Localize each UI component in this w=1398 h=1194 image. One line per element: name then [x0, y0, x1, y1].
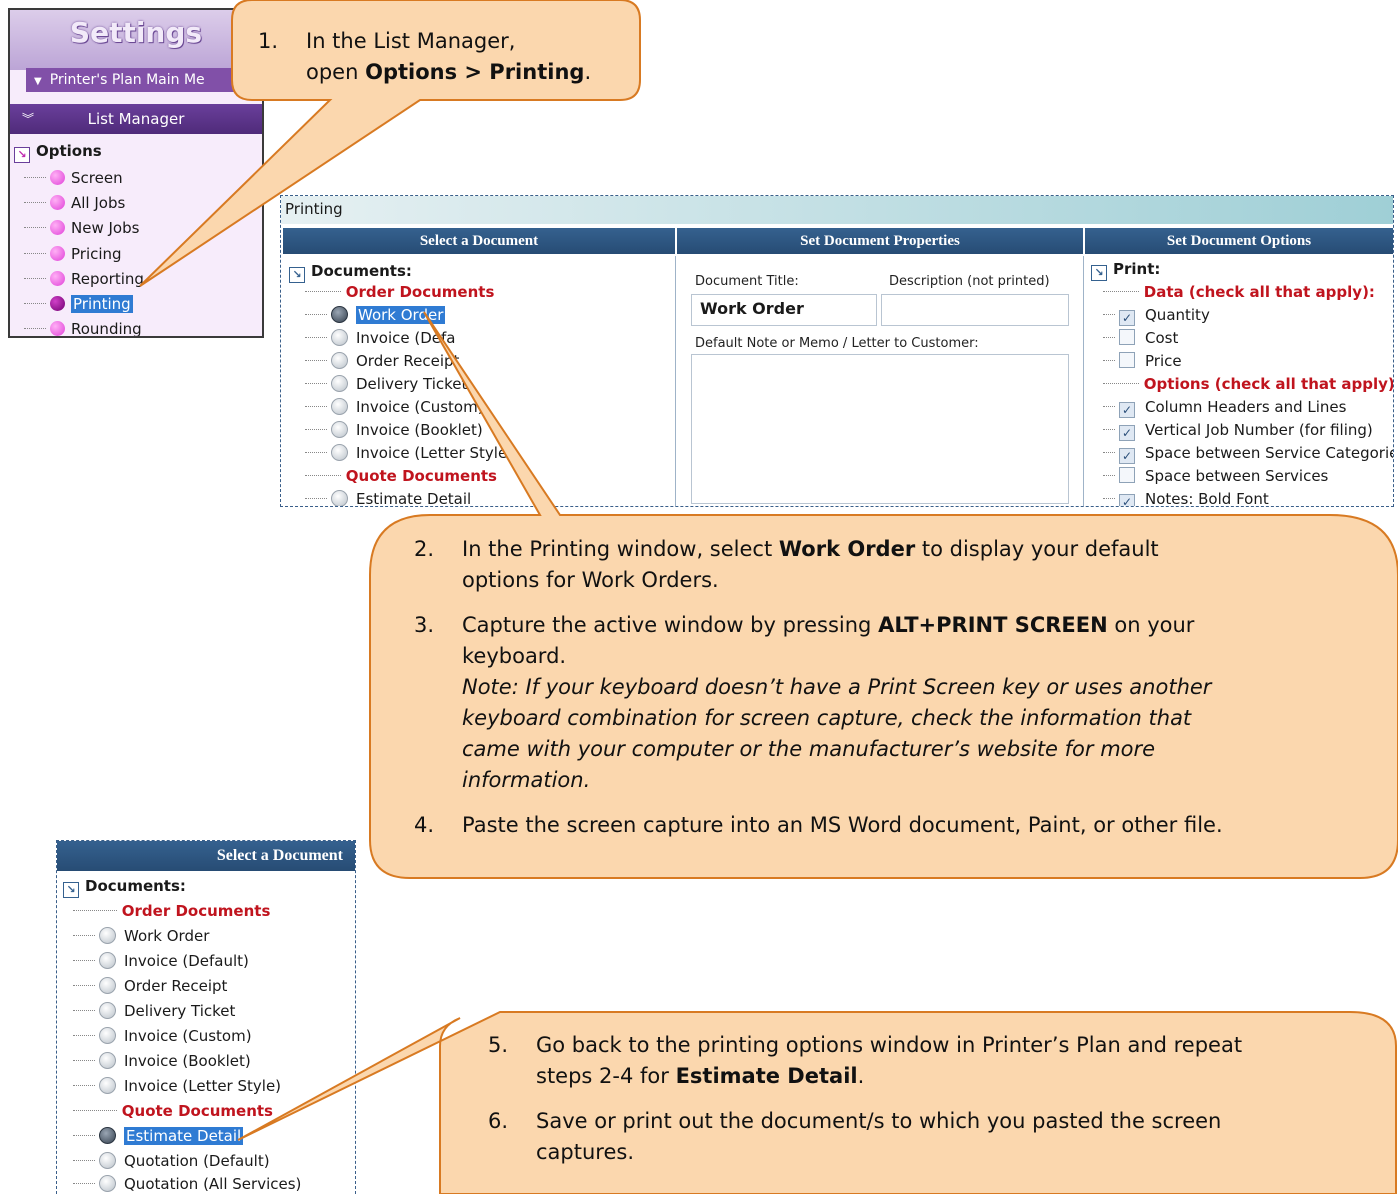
- step-text: to display your default: [915, 537, 1159, 561]
- step-text: In the Printing window, select: [462, 537, 779, 561]
- note-text: keyboard combination for screen capture,…: [462, 706, 1192, 730]
- step-text: keyboard.: [462, 644, 567, 668]
- step-text: open: [306, 60, 366, 84]
- callout-3-text: 5. Go back to the printing options window…: [488, 1030, 1388, 1168]
- step-text: In the List Manager,: [306, 29, 516, 53]
- step-text: Save or print out the document/s to whic…: [536, 1109, 1222, 1133]
- step-bold-text: ALT+PRINT SCREEN: [878, 613, 1108, 637]
- step-text: Capture the active window by pressing: [462, 613, 879, 637]
- step-bold-text: Options > Printing: [365, 60, 585, 84]
- step-text: .: [584, 60, 592, 84]
- step-number: 5.: [488, 1033, 509, 1057]
- callout-2-text: 2. In the Printing window, select Work Or…: [414, 534, 1374, 841]
- step-number: 1.: [258, 29, 279, 53]
- step-number: 2.: [414, 537, 435, 561]
- step-text: steps 2-4 for: [536, 1064, 676, 1088]
- step-text: captures.: [536, 1140, 634, 1164]
- step-text: .: [857, 1064, 865, 1088]
- note-text: information.: [462, 768, 591, 792]
- note-text: came with your computer or the manufactu…: [462, 737, 1156, 761]
- callout-1-text: 1. In the List Manager, open Options > Pr…: [258, 26, 591, 88]
- step-text: Go back to the printing options window i…: [536, 1033, 1243, 1057]
- step-number: 3.: [414, 613, 435, 637]
- step-bold-text: Estimate Detail: [675, 1064, 858, 1088]
- step-text: on your: [1107, 613, 1195, 637]
- step-number: 6.: [488, 1109, 509, 1133]
- step-text: Paste the screen capture into an MS Word…: [462, 813, 1223, 837]
- step-text: options for Work Orders.: [462, 568, 719, 592]
- step-bold-text: Work Order: [778, 537, 916, 561]
- note-text: Note: If your keyboard doesn’t have a Pr…: [462, 675, 1212, 699]
- step-number: 4.: [414, 813, 435, 837]
